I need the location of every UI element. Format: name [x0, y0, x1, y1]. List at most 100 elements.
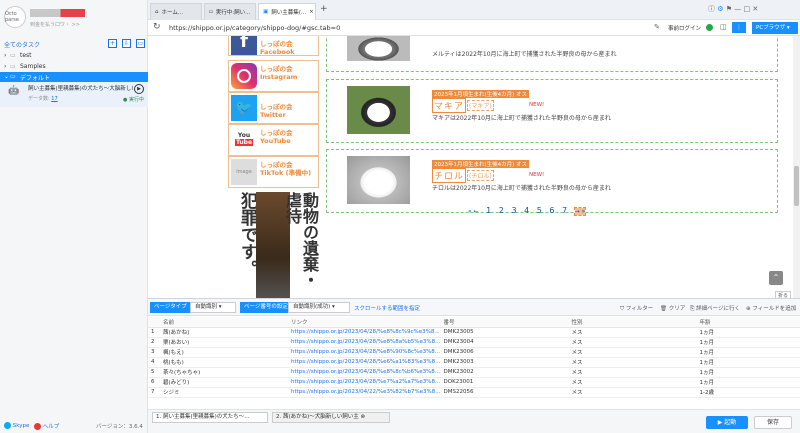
table-row[interactable]: 1 茜(あかね) https://shippo.or.jp/2023/04/28/%… — [148, 327, 800, 338]
close-window-icon[interactable]: ✕ — [752, 5, 758, 13]
add-field-button[interactable]: ⊕ フィールドを追加 — [746, 304, 796, 312]
task-status: ● 実行中 — [123, 97, 144, 103]
import-icon[interactable]: ⇩ — [122, 39, 131, 48]
avatar[interactable]: Octo parse — [4, 6, 26, 28]
tab-bar: ⌂ ホーム... ▫ 実行中:飼い... ▣ 飼い主募集(... × + ⓘ ⚙ ⚑ —… — [148, 0, 800, 20]
column-header[interactable]: 年齢 — [696, 317, 800, 328]
page-link[interactable]: 5 — [537, 206, 542, 215]
page-link[interactable]: 2 — [499, 206, 504, 215]
robot-icon: 🤖 — [8, 86, 20, 96]
social-youtube[interactable]: You Tube しっぽの会 YouTube — [228, 124, 319, 156]
edit-icon[interactable]: ✎ — [654, 23, 660, 31]
table-cell: 1ヵ月 — [696, 377, 800, 388]
trash-icon: 🗑 — [660, 306, 667, 312]
scroll-range-link[interactable]: スクロールする範囲を指定 — [354, 304, 420, 312]
image-icon[interactable]: ◫ — [720, 23, 727, 31]
page-link[interactable]: 6 — [549, 206, 554, 215]
url-input[interactable]: https://shippo.or.jp/category/shippo-dog… — [169, 24, 340, 32]
dog-card[interactable]: 2023年1月頃生まれ(生後4カ月) オス チロル (チロル) NEW! チロル… — [326, 149, 778, 213]
tree-item-samples[interactable]: › ▭ Samples — [0, 62, 148, 72]
social-facebook[interactable]: f しっぽの会 Facebook — [228, 36, 319, 56]
dog-card[interactable]: メルティは2022年10月に海上町で捕獲された半野良の母から産まれ — [326, 36, 778, 72]
close-icon[interactable]: × — [309, 9, 314, 15]
pc-browser-label: PCブラウザ — [756, 25, 786, 31]
page-setting-select[interactable]: 自動識別(成功) ▾ — [288, 302, 350, 313]
table-row[interactable]: 2 栗(あおい) https://shippo.or.jp/2023/04/28/%… — [148, 337, 800, 348]
new-badge: NEW! — [529, 102, 545, 108]
pre-login-button[interactable]: 事前ログイン — [668, 24, 701, 32]
column-header[interactable]: 性別 — [568, 317, 697, 328]
info-icon[interactable]: ⓘ — [708, 5, 715, 13]
dog-name: チロル — [432, 168, 467, 183]
table-cell: メス — [568, 347, 697, 358]
dog-card[interactable]: 2023年1月頃生まれ(生後4カ月) オス マキア (マキア) NEW! マキア… — [326, 79, 778, 143]
tab-home[interactable]: ⌂ ホーム... — [150, 3, 202, 20]
filter-button[interactable]: ⛉ フィルター — [620, 304, 653, 313]
dog-date-badge: 2023年1月頃生まれ(生後4カ月) オス — [432, 160, 530, 168]
table-row[interactable]: 7 シジミ https://shippo.or.jp/2023/04/22/%e3%… — [148, 387, 800, 398]
page-type-value: 自動識別 — [195, 304, 218, 310]
table-cell: 1ヵ月 — [696, 327, 800, 338]
page-link[interactable]: 7 — [562, 206, 567, 215]
table-row[interactable]: 3 楓(もえ) https://shippo.or.jp/2023/04/28/%e… — [148, 347, 800, 358]
plus-circle-icon: ⊕ — [746, 306, 751, 312]
tab-running[interactable]: ▫ 実行中:飼い... — [204, 3, 256, 20]
maximize-icon[interactable]: □ — [744, 5, 751, 13]
table-cell: https://shippo.or.jp/2023/04/28/%e6%a1%8… — [288, 357, 441, 368]
new-tab-icon[interactable]: + — [320, 4, 328, 14]
close-icon[interactable]: ⊗ — [361, 414, 366, 420]
help-link[interactable]: ヘルプ — [34, 422, 59, 430]
table-cell: 楓(もえ) — [160, 347, 288, 358]
save-button[interactable]: 保存 — [754, 416, 792, 429]
scrollbar-thumb[interactable] — [794, 166, 799, 206]
page-link[interactable]: 1 — [486, 206, 491, 215]
filter-icon: ⛉ — [620, 306, 625, 312]
social-tiktok[interactable]: image しっぽの会 TikTok (準備中) — [228, 156, 319, 188]
step-tab-1[interactable]: 1. 飼い主募集(里親募集)の犬たち～... — [152, 412, 268, 423]
data-count-value[interactable]: 17 — [51, 96, 57, 102]
table-row[interactable]: 6 碧(みどり) https://shippo.or.jp/2023/04/28/%… — [148, 377, 800, 388]
folder-icon[interactable]: ▭ — [136, 39, 145, 48]
social-instagram[interactable]: しっぽの会 Instagram — [228, 60, 319, 92]
column-header[interactable]: 番号 — [440, 317, 569, 328]
tree-item-test[interactable]: › ▭ test — [0, 51, 148, 61]
task-item[interactable]: 🤖 飼い主募集(里親募集)の犬たち～大脳新しい… データ数: 17 ▶ ● 実行… — [0, 82, 148, 107]
shirt-icon[interactable]: ⚑ — [726, 5, 732, 13]
data-table: 名前 リンク 番号 性別 年齢 1 茜(あかね) https://shippo.or… — [148, 317, 800, 398]
page-link[interactable]: 4 — [524, 206, 529, 215]
reload-icon[interactable]: ↻ — [153, 22, 161, 32]
row-index-header — [148, 317, 160, 328]
page-prev-link[interactable]: « ← — [468, 208, 479, 215]
extract-panel: ページタイプ 自動識別 ▾ ページ番号の設定 自動識別(成功) ▾ スクロールす… — [148, 298, 800, 409]
table-row[interactable]: 5 茶々(ちゃちゃ) https://shippo.or.jp/2023/04/28… — [148, 367, 800, 378]
page-link[interactable]: 3 — [511, 206, 516, 215]
page-next-link[interactable]: → » — [573, 207, 587, 216]
page-type-select[interactable]: 自動識別 ▾ — [190, 302, 236, 313]
step-tab-2[interactable]: 2. 茜(あかね)～犬脳新しい飼い主 ⊗ — [272, 412, 390, 423]
run-button[interactable]: ▶ 起動 — [706, 416, 748, 429]
scroll-top-icon[interactable]: ⌃ — [769, 271, 783, 285]
minimize-icon[interactable]: — — [734, 5, 741, 13]
column-header[interactable]: 名前 — [160, 317, 288, 328]
row-index: 1 — [148, 327, 160, 338]
social-twitter[interactable]: 🐦 しっぽの会 Twitter — [228, 92, 319, 124]
table-row[interactable]: 4 桃(もも) https://shippo.or.jp/2023/04/28/%e… — [148, 357, 800, 368]
profile-subtitle[interactable]: 到金を払う口ワ・ >> — [30, 21, 80, 28]
tree-item-default[interactable]: ⌄ ▭ デフォルト — [0, 72, 148, 82]
clear-button[interactable]: 🗑 クリア — [660, 304, 685, 312]
clear-label: クリア — [668, 306, 686, 312]
chevron-right-icon: › — [4, 52, 7, 59]
tab-active-page[interactable]: ▣ 飼い主募集(... × — [258, 3, 316, 20]
more-menu-icon[interactable]: ⋮ — [732, 22, 746, 33]
skype-link[interactable]: Skype — [4, 422, 29, 429]
detail-page-button[interactable]: ⎘ 詳細ページに行く — [690, 304, 740, 313]
version-label: バージョン：3.6.4 — [96, 424, 143, 430]
new-task-icon[interactable]: + — [108, 39, 117, 48]
column-header[interactable]: リンク — [288, 317, 441, 328]
pc-browser-select[interactable]: PCブラウザ ▾ — [752, 22, 798, 34]
play-icon[interactable]: ▶ — [134, 84, 144, 94]
image-placeholder-icon: image — [231, 159, 257, 185]
gear-icon[interactable]: ⚙ — [717, 5, 723, 13]
pagination: « ← 1 2 3 4 5 6 7 → » — [468, 206, 590, 216]
page-scrollbar[interactable] — [793, 36, 800, 298]
